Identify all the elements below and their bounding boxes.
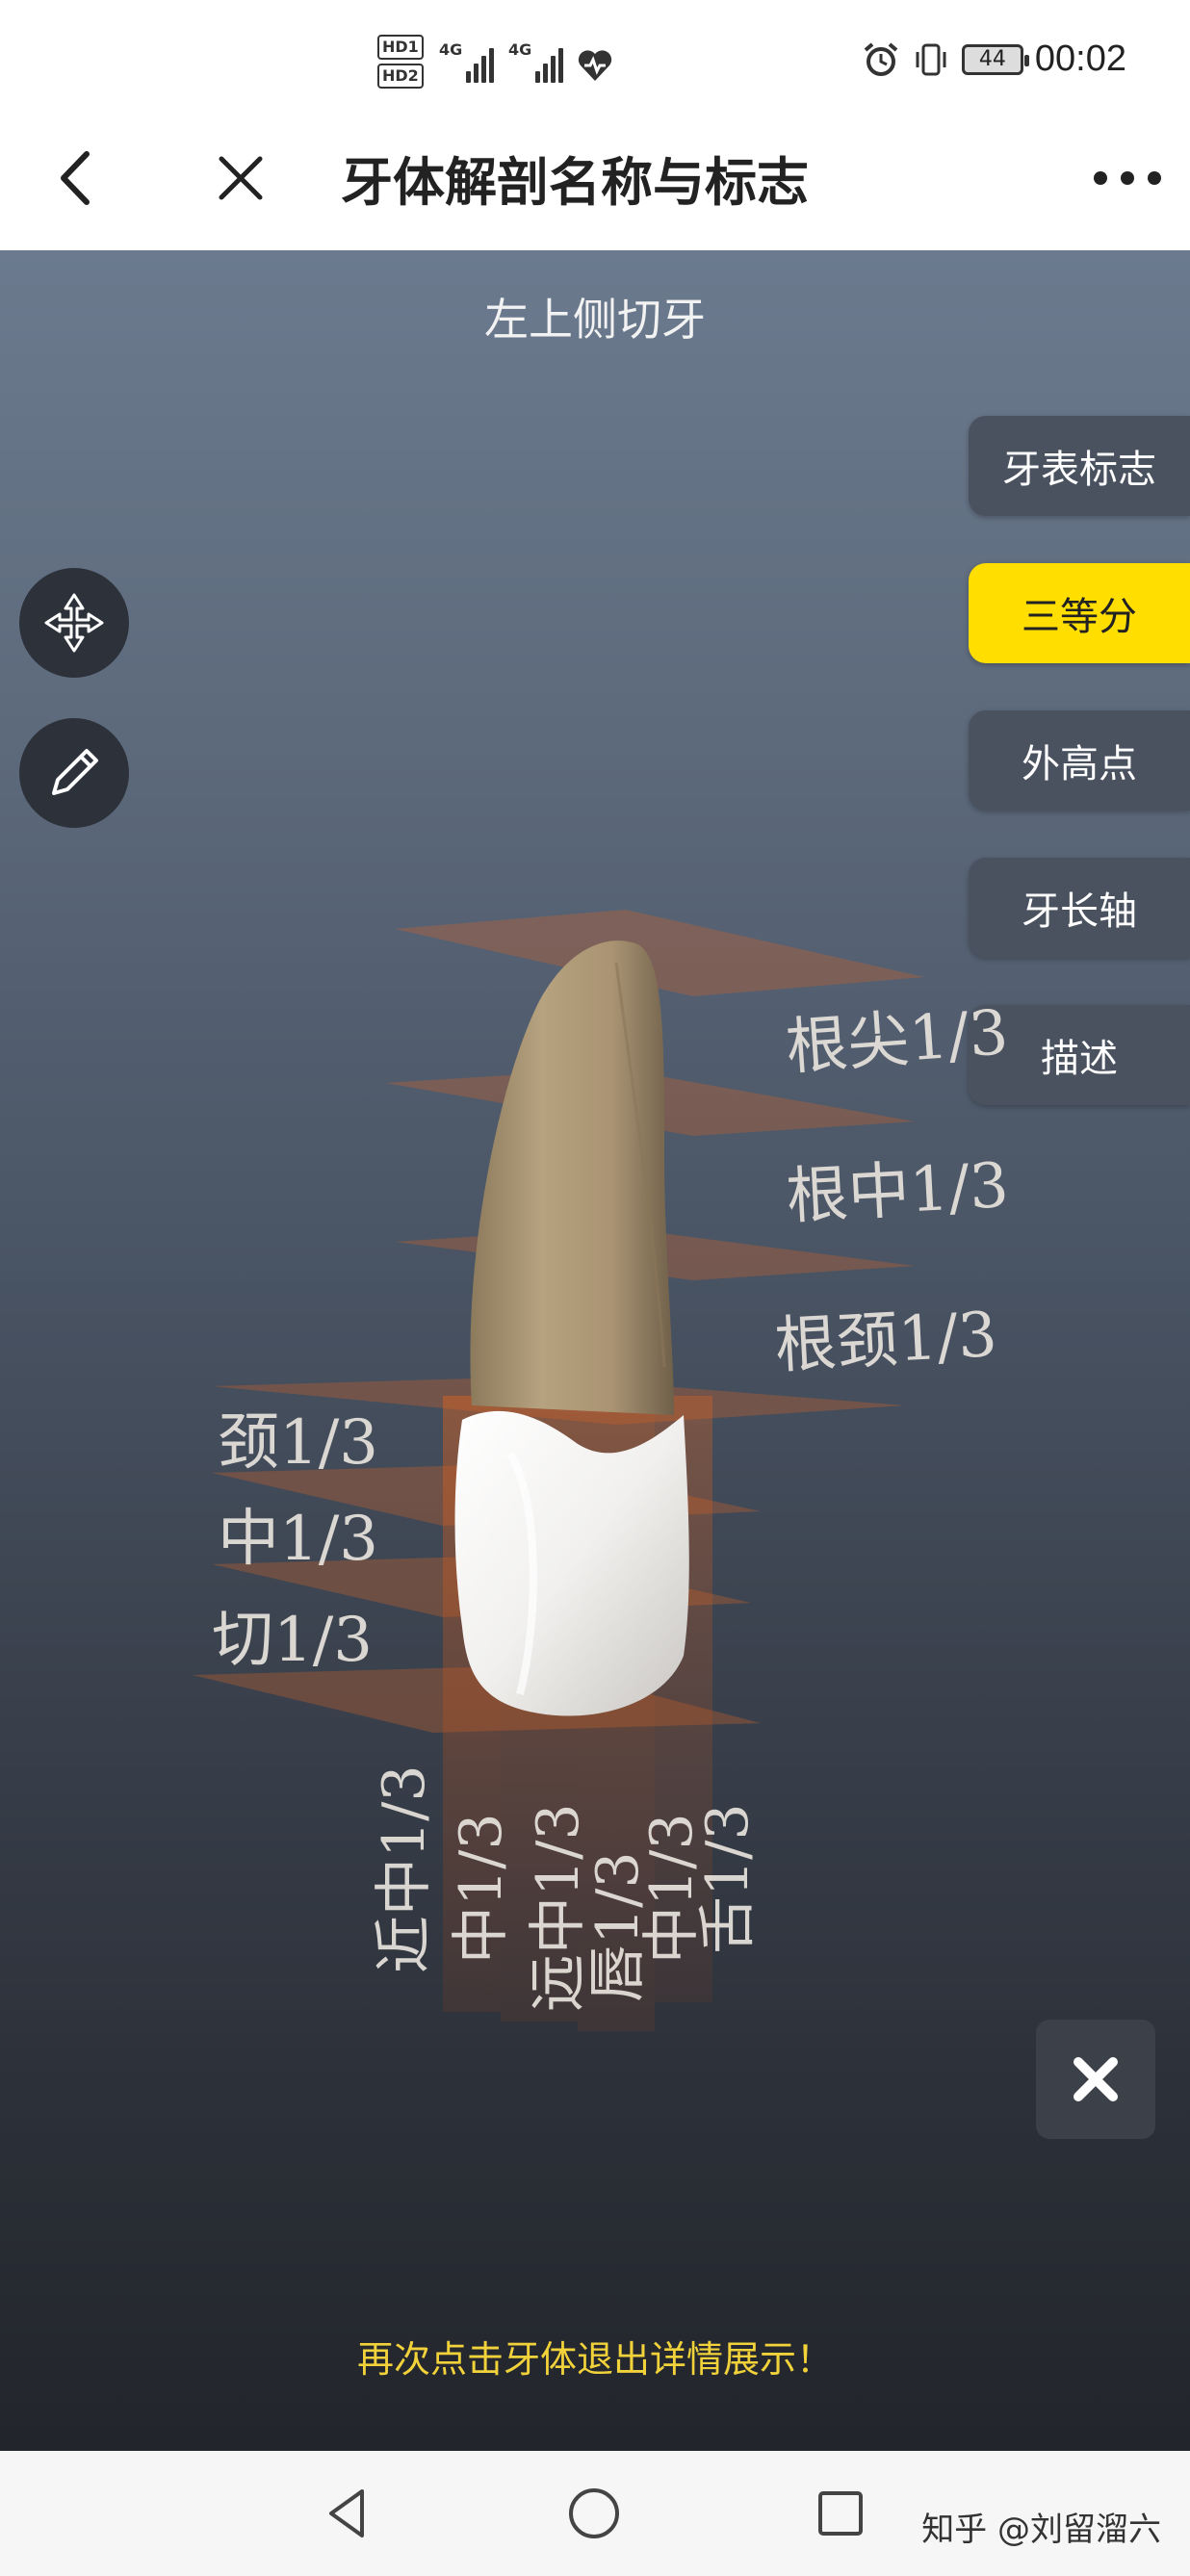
rotate-arrows-icon (44, 593, 104, 653)
triangle-back-icon[interactable] (314, 2480, 381, 2547)
page-title: 牙体解剖名称与标志 (341, 152, 809, 213)
tooth-name: 左上侧切牙 (484, 294, 706, 346)
side-button-thirds[interactable]: 三等分 (969, 563, 1190, 663)
network-label: 4G (508, 40, 532, 59)
rotate-tool-button[interactable] (19, 568, 129, 678)
status-bar: HD1 HD2 4G 4G 44 00:02 (0, 0, 1190, 125)
side-button-height-of-contour[interactable]: 外高点 (969, 710, 1190, 811)
status-right: 44 00:02 (862, 39, 1126, 80)
draw-tool-button[interactable] (19, 718, 129, 828)
square-recent-icon[interactable] (807, 2480, 874, 2547)
hd2-badge: HD2 (377, 64, 424, 89)
hd-indicator: HD1 HD2 (377, 35, 424, 92)
watermark: 知乎 @刘留溜六 (921, 2511, 1161, 2549)
clock: 00:02 (1034, 39, 1126, 79)
pencil-icon (52, 749, 98, 795)
alarm-icon (864, 41, 898, 76)
side-button-long-axis[interactable]: 牙长轴 (969, 858, 1190, 958)
more-dots-icon[interactable] (1094, 164, 1161, 193)
network-label: 4G (439, 40, 463, 59)
exit-detail-button[interactable] (1036, 2020, 1155, 2139)
close-icon[interactable] (212, 149, 270, 207)
chevron-left-icon[interactable] (48, 144, 106, 212)
vibrate-icon (916, 43, 946, 75)
circle-home-icon[interactable] (560, 2480, 628, 2547)
heart-health-icon (578, 50, 612, 81)
tooth-viewer[interactable]: 左上侧切牙 牙表标志 三等分 外高点 牙长轴 描述 再次点击牙体退出详情展示！ (0, 250, 1190, 2451)
side-button-description[interactable]: 描述 (969, 1005, 1190, 1105)
signal-icon: 4G (508, 40, 566, 83)
side-button-surface-landmarks[interactable]: 牙表标志 (969, 416, 1190, 516)
battery-indicator: 44 (961, 43, 1029, 75)
hd1-badge: HD1 (377, 35, 424, 60)
signal-icon: 4G (439, 40, 497, 83)
close-x-icon (1074, 2057, 1118, 2101)
exit-hint: 再次点击牙体退出详情展示！ (356, 2338, 833, 2381)
